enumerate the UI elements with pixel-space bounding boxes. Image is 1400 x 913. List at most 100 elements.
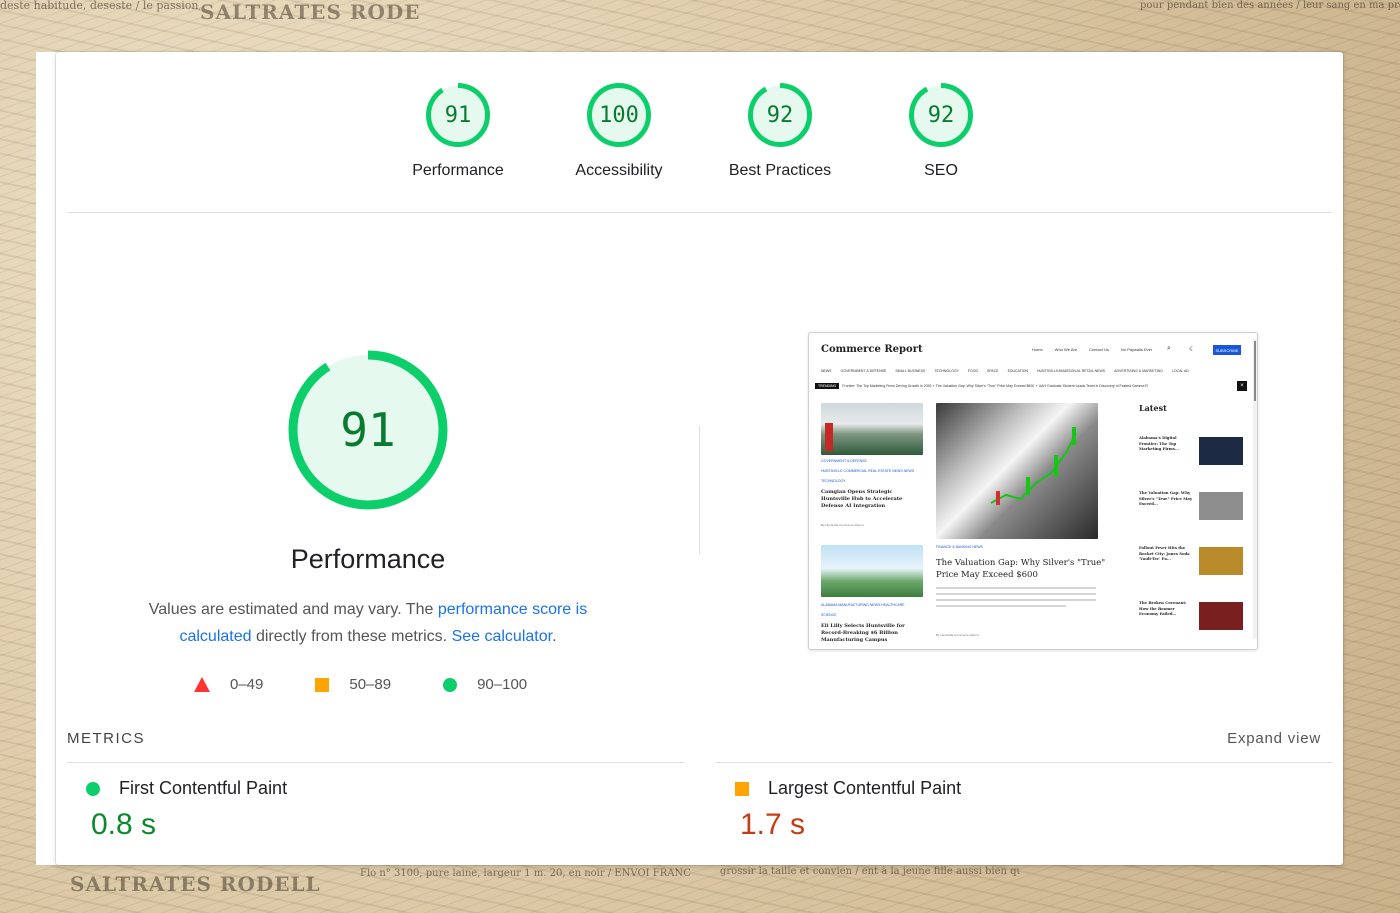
gauge-score: 92 [766,102,794,128]
background-newsprint-bottom: Flo n° 3100, pure laine, largeur 1 m. 20… [360,868,690,879]
background-newsprint-top-right: pour pendant bien des années / leur sang… [1140,0,1400,11]
performance-big-gauge: 91 [286,348,450,512]
ss-latest-thumb [1199,602,1243,630]
background-newsprint-bottom-right: grossir la taille et convien / ent à la … [720,866,1020,877]
ss-category: SMALL BUSINESS [895,369,926,373]
square-icon [735,781,749,796]
gauge-label: Best Practices [728,162,832,179]
ss-excerpt-line [936,587,1096,589]
ss-article-category: FINANCE & BANKING NEWS [936,545,983,549]
section-divider [67,212,1332,213]
lighthouse-report-card: 91 Performance 100 Accessibility 92 Best… [56,52,1343,865]
ss-latest-title: Fallout Fever Hits the Rocket City: Jone… [1139,545,1190,561]
gauge-score: 91 [444,102,472,128]
legend-pass: 90–100 [443,676,527,693]
ss-article-image [821,403,923,455]
ss-featured-image [936,403,1098,539]
ss-nav-item: Home [1032,347,1043,352]
ss-scrollbar-thumb [1254,341,1256,401]
legend-range: 50–89 [349,676,392,693]
ss-latest-item: Fallout Fever Hits the Rocket City: Jone… [1139,545,1243,579]
ss-trending-bar: TRENDING Frontier: The Top Marketing Fir… [815,381,1251,391]
gauge-score: 100 [599,102,639,128]
ss-featured-title: The Valuation Gap: Why Silver's "True" P… [936,558,1106,580]
ss-logo: Commerce Report [821,343,923,355]
ss-latest-heading: Latest [1139,403,1167,413]
ss-candle [996,491,1000,505]
ss-article-category: HUNTSVILLE COMMERCIAL REAL ESTATE NEWS N… [821,469,915,473]
gauge-label: SEO [924,162,958,179]
ss-candle [1054,455,1058,477]
ss-category: EDUCATION [1007,369,1028,373]
gauge-ring: 92 [908,82,974,148]
gauge-label: Performance [412,162,504,179]
ss-article-category: GOVERNMENT & DEFENSE [821,459,867,463]
ss-latest-title: The Broken Covenant: How the Boomer Econ… [1139,600,1187,616]
ss-latest-thumb [1199,492,1243,520]
ss-article-category: TECHNOLOGY [821,479,846,483]
metric-divider [67,762,684,763]
ss-nav-item: Contact Us [1089,347,1109,352]
legend-average: 50–89 [315,676,391,693]
ss-category: HUNTSVILLE/MADISON AL RETAIL NEWS [1036,369,1106,373]
score-legend: 0–49 50–89 90–100 [194,676,579,693]
ss-moon-icon: ☾ [1189,346,1196,353]
ss-close-icon: × [1237,381,1247,391]
ss-featured-chart [990,427,1077,505]
gauge-accessibility[interactable]: 100 Accessibility [559,82,680,180]
ss-article-title: Camgian Opens Strategic Huntsville Hub t… [821,489,903,509]
gauge-ring: 91 [425,82,491,148]
metric-first-contentful-paint: First Contentful Paint 0.8 s [86,778,287,842]
ss-nav-item: Who We Are [1054,347,1078,352]
ss-article-category: SCIENCE [821,613,837,617]
desc-middle: directly from these metrics. [251,628,452,645]
final-screenshot[interactable]: Commerce Report Home Who We Are Contact … [808,332,1258,650]
ss-category: SPACE [987,369,999,373]
ss-category: ADVERTISING & MARKETING [1114,369,1163,373]
see-calculator-link[interactable]: See calculator [452,628,553,645]
ss-category: GOVERNMENT & DEFENSE [840,369,887,373]
metric-name: Largest Contentful Paint [768,778,962,798]
desc-prefix: Values are estimated and may vary. The [148,601,438,618]
performance-description: Values are estimated and may vary. The p… [118,596,618,650]
ss-search-icon: ⌕ [1167,345,1171,352]
gauge-label: Accessibility [575,162,663,179]
ss-latest-thumb [1199,437,1243,465]
square-icon [315,677,330,692]
gauge-performance[interactable]: 91 Performance [398,82,519,180]
ss-article-category: ALABAMA MANUFACTURING NEWS HEALTHCARE [821,603,905,607]
performance-score: 91 [340,403,396,457]
gauge-ring: 92 [747,82,813,148]
desc-suffix: . [552,628,557,645]
ss-latest-item: Alabama's Digital Frontier: The Top Mark… [1139,435,1243,469]
gauge-ring: 100 [586,82,652,148]
gauge-seo[interactable]: 92 SEO [881,82,1002,180]
background-banner-bottom: SALTRATES RODELL [70,872,321,896]
ss-subscribe-button: SUBSCRIBE [1213,345,1241,355]
ss-latest-title: Alabama's Digital Frontier: The Top Mark… [1139,435,1179,451]
ss-article-image [821,545,923,597]
vertical-divider [699,426,700,554]
ss-excerpt-line [936,593,1096,595]
circle-icon [86,781,100,796]
ss-candle [1026,477,1030,495]
performance-title: Performance [290,544,446,574]
ss-latest-thumb [1199,547,1243,575]
ss-nav: Home Who We Are Contact Us No Paywalls E… [1032,347,1152,352]
ss-featured-line [990,432,1077,504]
ss-article-byline: By Huntsville Commerce Report [936,633,979,637]
ss-category: NEWS [821,369,832,373]
expand-view-toggle[interactable]: Expand view [1227,730,1321,747]
ss-category: TECHNOLOGY [934,369,959,373]
metric-value: 1.7 s [740,808,806,841]
metrics-heading: METRICS [67,730,145,747]
summary-gauges: 91 Performance 100 Accessibility 92 Best… [56,82,1343,180]
background-banner-top: SALTRATES RODELL [200,0,420,24]
ss-trending-tag: TRENDING [815,383,840,389]
gauge-best-practices[interactable]: 92 Best Practices [720,82,841,180]
ss-nav-item: No Paywalls Ever [1120,347,1153,352]
legend-range: 90–100 [477,676,528,693]
triangle-icon [194,677,210,692]
ss-candle [1072,427,1076,445]
metric-name: First Contentful Paint [119,778,288,798]
